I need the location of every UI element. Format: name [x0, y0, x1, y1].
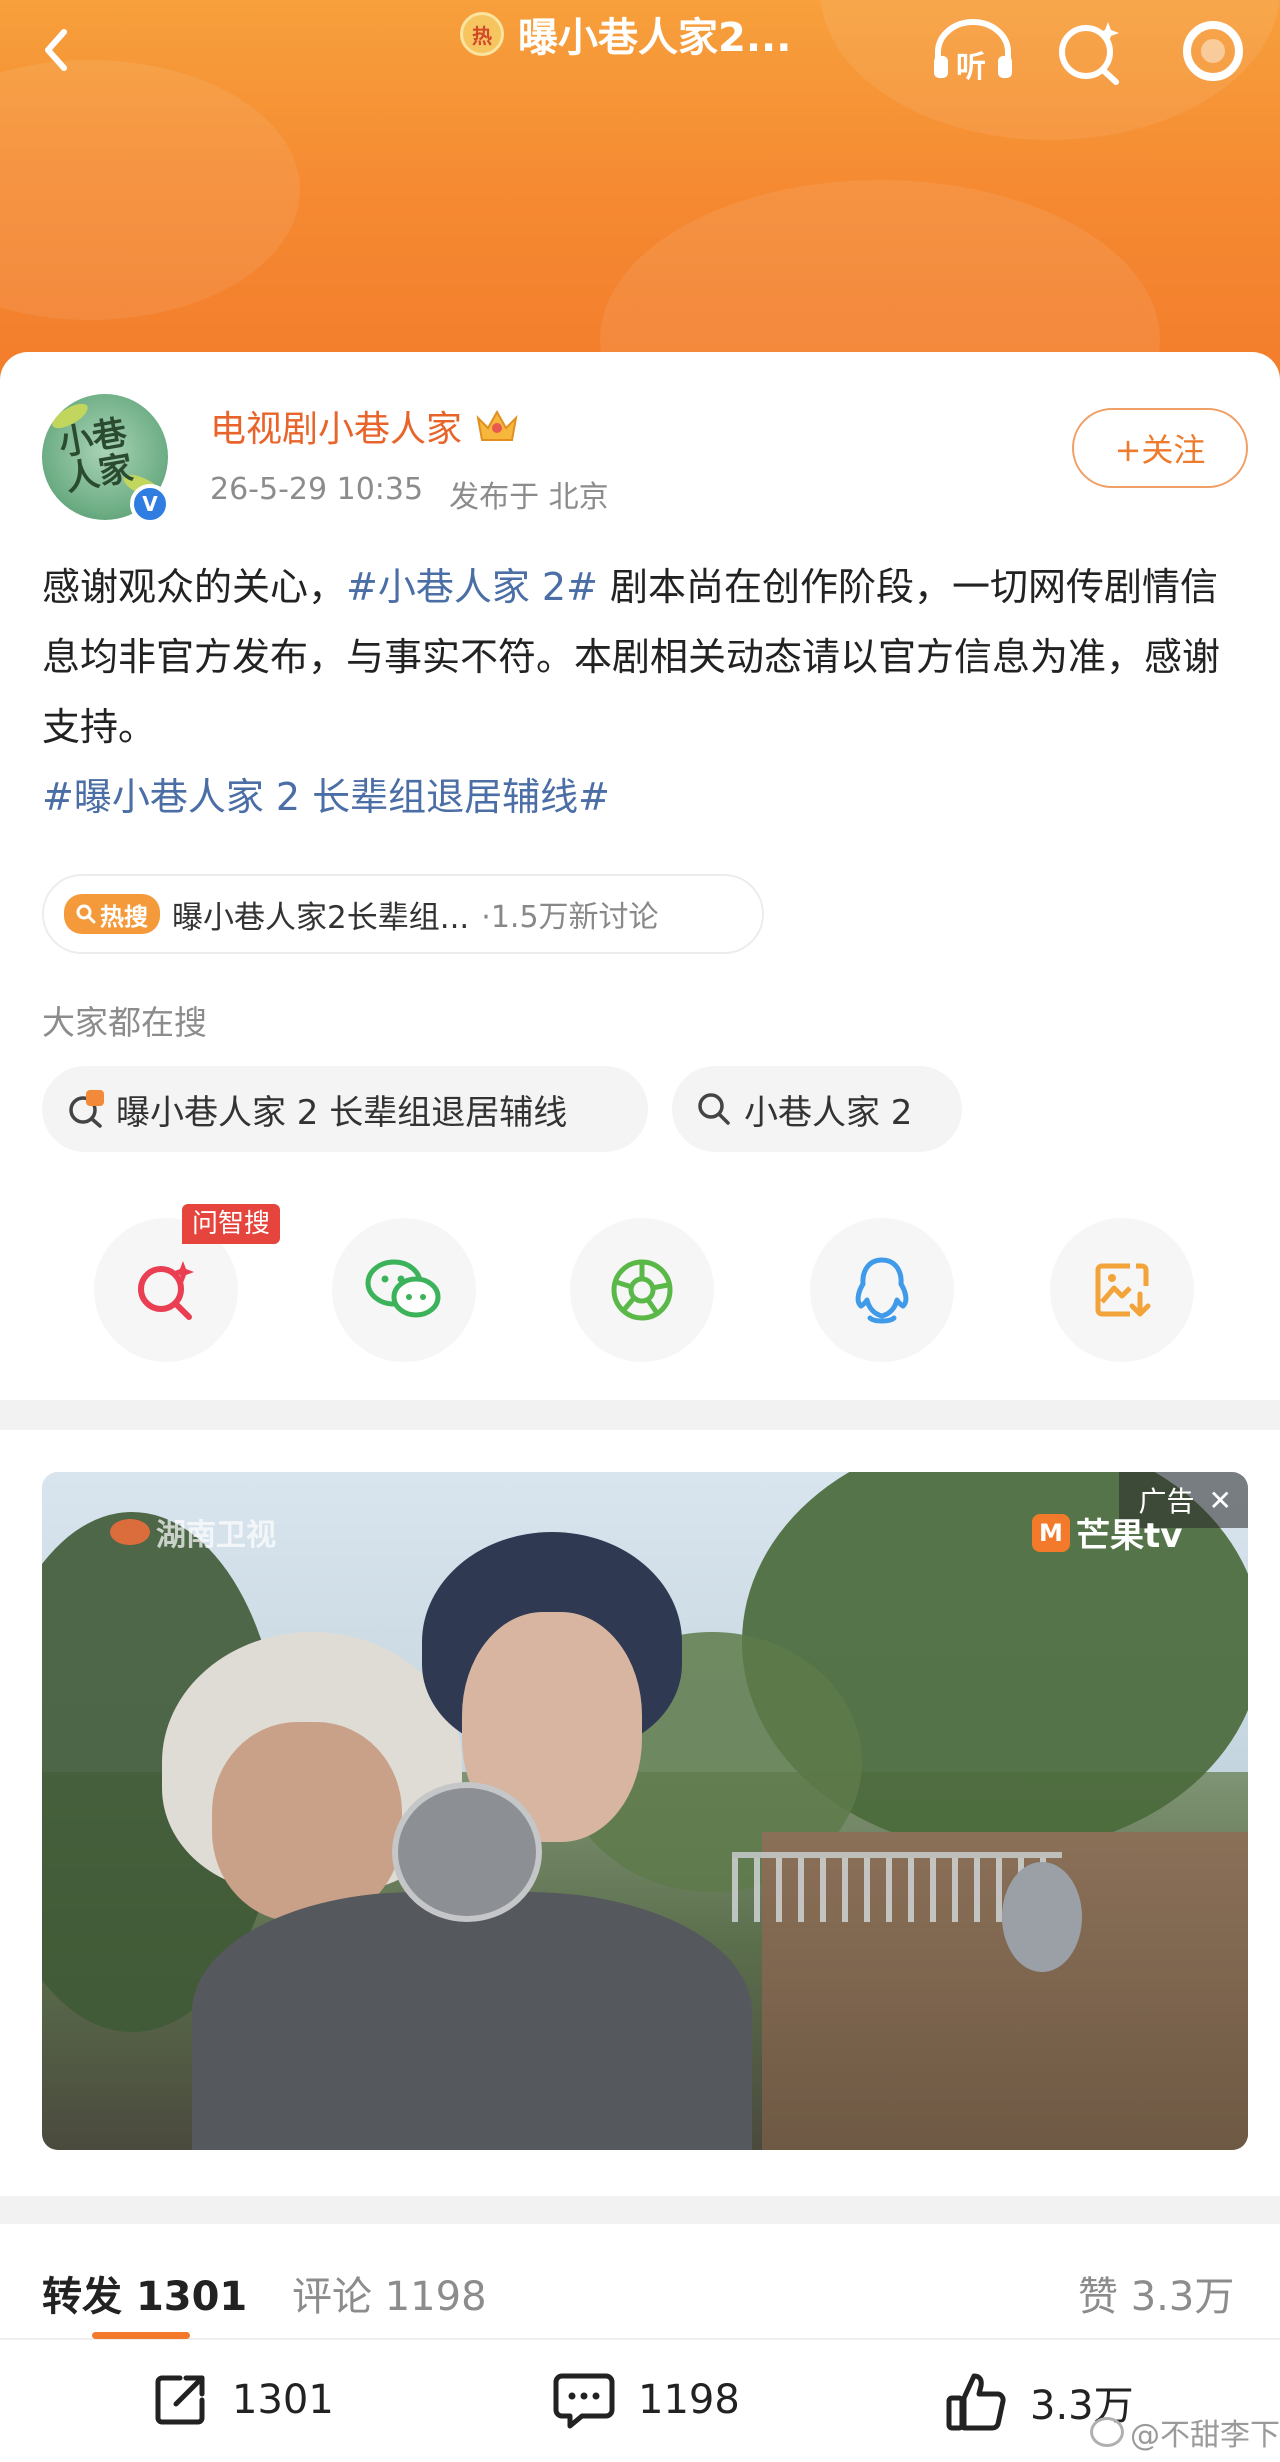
tab-like-label: 赞: [1078, 2274, 1118, 2320]
post-location: 发布于 北京: [449, 480, 609, 515]
weibo-watermark: @不甜李下: [1090, 2410, 1280, 2454]
hot-search-pill[interactable]: 热搜 曝小巷人家2长辈组... ·1.5万新讨论: [42, 874, 764, 954]
comment-count: 1198: [638, 2377, 740, 2423]
thumbs-up-icon: [946, 2373, 1006, 2431]
more-circle-icon: [1183, 21, 1243, 81]
mango-watermark-text: 芒果tv: [1076, 1516, 1183, 1556]
related-search-chip[interactable]: 小巷人家 2: [672, 1066, 962, 1152]
hot-search-badge: 热搜: [64, 894, 160, 934]
tab-comment-label: 评论: [292, 2274, 372, 2320]
verified-badge-icon: V: [130, 484, 170, 524]
crown-icon: [476, 409, 518, 441]
post-text-part1: 感谢观众的关心，: [42, 565, 347, 609]
channel-watermark: 湖南卫视: [110, 1510, 276, 1554]
mango-watermark: M 芒果tv: [1032, 1508, 1182, 1557]
wechat-icon: [365, 1259, 441, 1318]
channel-watermark-text: 湖南卫视: [156, 1518, 276, 1553]
back-button[interactable]: [28, 18, 88, 78]
tab-comment-count: 1198: [384, 2274, 487, 2320]
mango-logo-icon: M: [1032, 1513, 1070, 1552]
tab-comment[interactable]: 评论 1198: [292, 2264, 487, 2322]
weibo-logo-icon: [1090, 2417, 1124, 2447]
hot-search-count: ·1.5万新讨论: [481, 900, 659, 935]
qq-share-button[interactable]: [810, 1218, 954, 1362]
qq-icon: [855, 1257, 909, 1324]
ad-image[interactable]: 广告 ✕ 湖南卫视 M 芒果tv: [42, 1472, 1248, 2150]
avatar-calligraphy: 小巷 人家: [55, 412, 137, 500]
channel-logo-icon: [110, 1519, 150, 1545]
action-bar: 1301 1198 3.3万: [0, 2340, 1280, 2462]
ai-search-icon: [138, 1261, 194, 1320]
tab-repost-count: 1301: [135, 2274, 248, 2320]
author-name[interactable]: 电视剧小巷人家: [210, 400, 462, 452]
author-row[interactable]: 电视剧小巷人家: [210, 400, 520, 452]
back-icon: [45, 29, 67, 71]
comment-icon: [553, 2373, 615, 2429]
tab-like[interactable]: 赞 3.3万: [1078, 2264, 1234, 2322]
related-search-chip-label: 小巷人家 2: [744, 1092, 913, 1133]
save-image-icon: [1095, 1263, 1151, 1317]
search-star-icon: [1059, 22, 1119, 85]
tab-repost[interactable]: 转发 1301: [42, 2264, 247, 2322]
repost-button[interactable]: 1301: [150, 2370, 334, 2430]
search-icon: [76, 904, 96, 924]
moments-icon: [611, 1259, 673, 1321]
post-body: 感谢观众的关心，#小巷人家 2# 剧本尚在创作阶段，一切网传剧情信息均非官方发布…: [42, 552, 1242, 832]
search-icon: [698, 1093, 730, 1125]
moments-share-button[interactable]: [570, 1218, 714, 1362]
close-icon[interactable]: ✕: [1209, 1484, 1232, 1517]
post-meta: 26-5-29 10:35 发布于 北京: [210, 472, 609, 516]
listen-button[interactable]: 听: [930, 14, 1016, 85]
section-divider: [0, 1400, 1280, 1430]
related-search-chip[interactable]: 曝小巷人家 2 长辈组退居辅线: [42, 1066, 648, 1152]
stats-tabs: 转发 1301 评论 1198 赞 3.3万: [0, 2224, 1280, 2340]
tab-like-count: 3.3万: [1130, 2274, 1235, 2320]
related-search-label: 大家都在搜: [42, 1003, 207, 1042]
save-image-button[interactable]: [1050, 1218, 1194, 1362]
listen-label: 听: [956, 50, 986, 85]
comment-button[interactable]: 1198: [552, 2370, 740, 2430]
tab-repost-label: 转发: [42, 2274, 122, 2320]
hot-search-topic: 曝小巷人家2长辈组...: [172, 899, 470, 936]
top-bar: 热 曝小巷人家2... 听: [0, 0, 1280, 110]
hot-search-icon: [69, 1090, 104, 1128]
hashtag-link-topic[interactable]: #曝小巷人家 2 长辈组退居辅线#: [42, 775, 610, 819]
more-button[interactable]: [1180, 18, 1246, 84]
header-title-group[interactable]: 热 曝小巷人家2...: [460, 4, 791, 64]
repost-icon: [155, 2375, 205, 2425]
repost-count: 1301: [232, 2377, 334, 2423]
follow-button[interactable]: +关注: [1072, 408, 1248, 488]
page-title: 曝小巷人家2...: [518, 15, 792, 61]
hot-search-badge-label: 热搜: [100, 902, 148, 931]
hashtag-link[interactable]: #小巷人家 2#: [346, 565, 598, 609]
active-tab-indicator: [92, 2332, 190, 2339]
post-card: 小巷 人家 V 电视剧小巷人家 26-5-29 10:35 发布于 北京 +关注 …: [0, 352, 1280, 1400]
ai-search-tag: 问智搜: [182, 1204, 281, 1244]
watermark-text: @不甜李下: [1130, 2418, 1280, 2453]
related-search-chip-label: 曝小巷人家 2 长辈组退居辅线: [116, 1092, 568, 1133]
section-divider: [0, 2196, 1280, 2224]
search-button[interactable]: [1054, 16, 1126, 88]
follow-label: +关注: [1114, 431, 1206, 469]
wechat-share-button[interactable]: [332, 1218, 476, 1362]
post-timestamp: 26-5-29 10:35: [210, 472, 424, 507]
hot-badge: 热: [460, 12, 504, 56]
